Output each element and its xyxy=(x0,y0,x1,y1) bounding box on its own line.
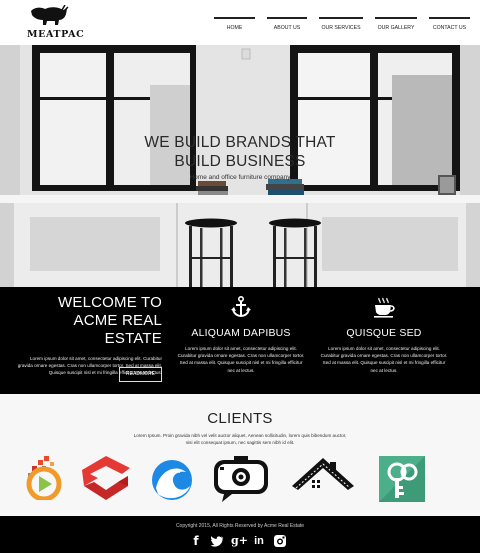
camera-chat-logo[interactable] xyxy=(212,456,270,502)
bull-logo-icon xyxy=(31,5,69,25)
coffee-cup-icon xyxy=(374,297,395,318)
feature-aliquam-dapibus: ALIQUAM DAPIBUS Lorem ipsum dolor sit am… xyxy=(176,296,306,374)
nav-our-services[interactable]: OUR SERVICES xyxy=(319,17,363,31)
nav-home[interactable]: HOME xyxy=(214,17,255,31)
brand-name: Meatpac xyxy=(27,29,85,40)
linkedin-icon[interactable]: in xyxy=(252,534,266,548)
nav-contact-us[interactable]: CONTACT US xyxy=(429,17,470,31)
twitter-bird-icon xyxy=(210,536,224,547)
site-footer: Copyright 2015, All Rights Reserved by A… xyxy=(0,516,480,553)
welcome-block: WELCOME TO ACME REAL ESTATE Lorem ipsum … xyxy=(14,294,162,377)
nav-our-gallery[interactable]: OUR GALLERY xyxy=(375,17,417,31)
feature-title: ALIQUAM DAPIBUS xyxy=(191,327,291,339)
hero-subtitle: Home and office furniture company xyxy=(189,174,291,181)
house-roof-logo[interactable] xyxy=(290,456,356,502)
feature-body: Lorem ipsum dolor sit amet, consectetur … xyxy=(177,346,305,373)
feature-title: QUISQUE SED xyxy=(346,327,422,339)
anchor-icon xyxy=(231,296,251,318)
facebook-icon[interactable]: f xyxy=(189,534,203,548)
readmore-button[interactable]: READMORE xyxy=(119,367,162,382)
hero-title-line-2: BUILD BUSINESS xyxy=(174,153,306,170)
twitter-icon[interactable] xyxy=(210,534,224,548)
welcome-band: WELCOME TO ACME REAL ESTATE Lorem ipsum … xyxy=(0,287,480,394)
welcome-title-line-1: WELCOME TO xyxy=(58,294,162,311)
nav-about-us[interactable]: ABOUT US xyxy=(267,17,307,31)
google-plus-icon[interactable]: g+ xyxy=(231,534,248,548)
clients-title: CLIENTS xyxy=(207,410,273,427)
clients-body: Lorem Ipsum. Proin gravida nibh vel veli… xyxy=(133,433,347,446)
red-ribbon-logo[interactable] xyxy=(82,456,130,502)
hero-section: WE BUILD BRANDS THAT BUILD BUSINESS Home… xyxy=(0,45,480,287)
instagram-camera-icon xyxy=(274,535,286,547)
copyright-text: Copyright 2015, All Rights Reserved by A… xyxy=(175,523,305,529)
clients-section: CLIENTS Lorem Ipsum. Proin gravida nibh … xyxy=(0,394,480,516)
play-pixel-logo[interactable] xyxy=(24,456,64,500)
instagram-icon[interactable] xyxy=(273,534,287,548)
hero-title-line-1: WE BUILD BRANDS THAT xyxy=(144,134,336,151)
welcome-title-line-2: ACME REAL ESTATE xyxy=(73,312,162,347)
feature-body: Lorem ipsum dolor sit amet, consectetur … xyxy=(320,346,448,373)
site-header: Meatpac HOME ABOUT US OUR SERVICES OUR G… xyxy=(0,0,480,45)
blue-wave-logo[interactable] xyxy=(150,456,194,502)
green-tool-logo[interactable] xyxy=(379,456,425,502)
social-links: f g+ in xyxy=(189,534,294,548)
brand-logo[interactable]: Meatpac xyxy=(27,5,84,41)
main-nav: HOME ABOUT US OUR SERVICES OUR GALLERY C… xyxy=(214,17,470,31)
feature-quisque-sed: QUISQUE SED Lorem ipsum dolor sit amet, … xyxy=(319,296,449,374)
